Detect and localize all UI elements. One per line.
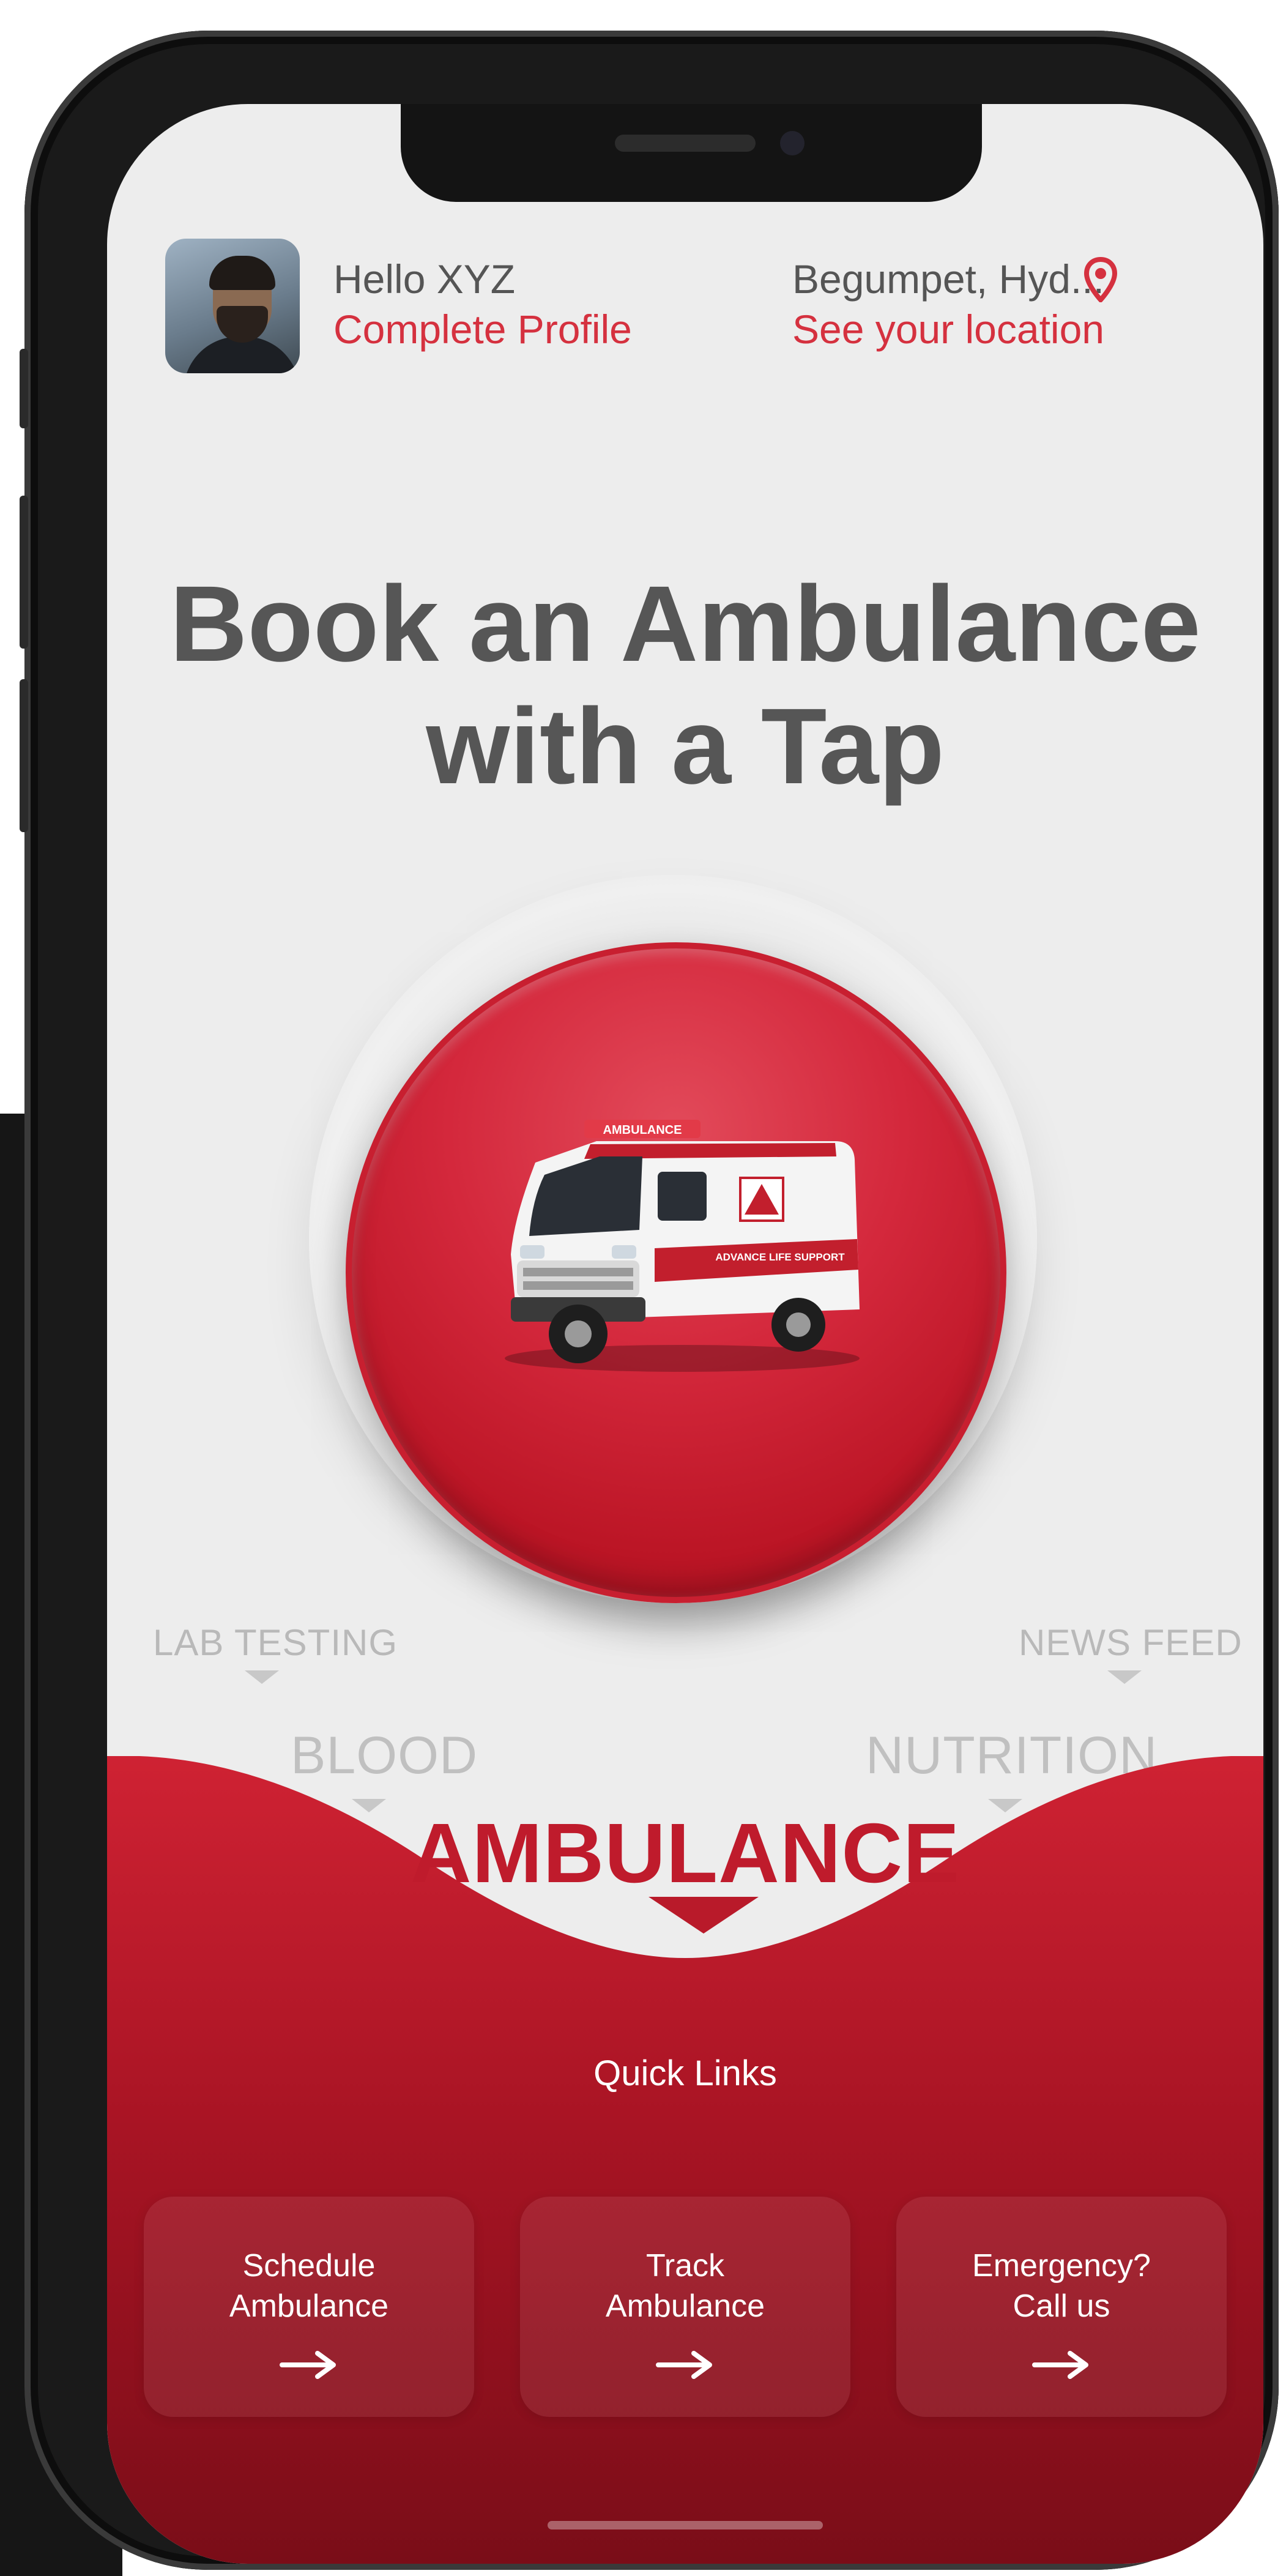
see-location-link[interactable]: See your location <box>792 306 1104 352</box>
notch <box>401 104 982 202</box>
complete-profile-link[interactable]: Complete Profile <box>333 306 632 352</box>
app-screen: Hello XYZ Complete Profile Begumpet, Hyd… <box>107 104 1263 2564</box>
greeting-text: Hello XYZ <box>333 256 516 302</box>
arrow-right-icon <box>656 2351 712 2379</box>
title-line-1: Book an Ambulance <box>169 564 1201 684</box>
page-title: Book an Ambulance with a Tap <box>107 563 1263 808</box>
front-camera <box>780 131 805 155</box>
ambulance-van-icon: AMBULANCE ADVANCE LIFE SUPPORT <box>505 1120 860 1372</box>
ambulance-caret-icon <box>649 1897 759 1934</box>
location-pin-icon[interactable] <box>1083 257 1118 302</box>
arrow-right-icon <box>280 2351 336 2379</box>
speaker <box>615 135 756 152</box>
mute-switch <box>20 349 28 428</box>
location-text: Begumpet, Hyd... <box>792 256 1104 302</box>
arrow-right-icon <box>1032 2351 1088 2379</box>
selected-service-ambulance[interactable]: AMBULANCE <box>107 1805 1263 1902</box>
avatar[interactable] <box>165 239 300 373</box>
phone-frame: Hello XYZ Complete Profile Begumpet, Hyd… <box>20 31 1279 2570</box>
quick-links-title: Quick Links <box>593 2053 777 2093</box>
nav-news-feed[interactable]: NEWS FEED <box>1019 1621 1243 1664</box>
card-label: Emergency? Call us <box>972 2248 1151 2324</box>
emergency-call-card[interactable]: Emergency? Call us <box>896 2197 1227 2417</box>
nav-lab-testing[interactable]: LAB TESTING <box>153 1621 398 1664</box>
volume-up-button <box>20 496 28 649</box>
news-feed-caret-icon <box>1107 1670 1142 1684</box>
card-label: Schedule Ambulance <box>229 2248 389 2324</box>
track-ambulance-card[interactable]: Track Ambulance <box>520 2197 850 2417</box>
title-line-2: with a Tap <box>426 687 945 806</box>
home-indicator[interactable] <box>548 2521 823 2529</box>
card-label: Track Ambulance <box>605 2248 765 2324</box>
schedule-ambulance-card[interactable]: Schedule Ambulance <box>144 2197 474 2417</box>
volume-down-button <box>20 679 28 832</box>
van-roof-text: AMBULANCE <box>603 1123 682 1137</box>
van-side-text: ADVANCE LIFE SUPPORT <box>715 1251 845 1263</box>
lab-testing-caret-icon <box>245 1670 279 1684</box>
